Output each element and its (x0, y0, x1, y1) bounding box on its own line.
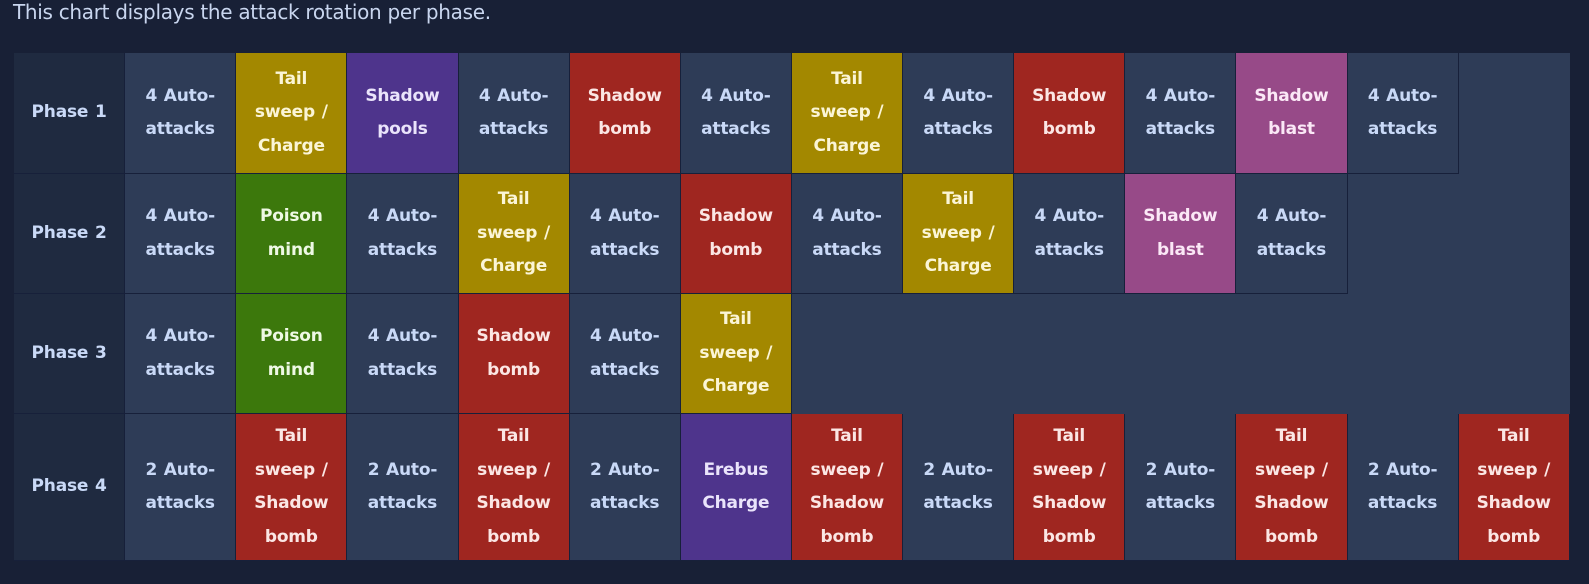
attack-cell: 4 Auto-attacks (569, 294, 681, 414)
attack-cell: Poison mind (236, 294, 348, 414)
attack-cell: Shadow blast (1236, 53, 1348, 174)
attack-cell: 4 Auto-attacks (458, 53, 570, 174)
attack-cell: 4 Auto-attacks (1236, 174, 1348, 294)
attack-cell: 4 Auto-attacks (1125, 53, 1237, 174)
attack-cell: Tail sweep / Charge (236, 53, 348, 174)
attack-cell: 4 Auto-attacks (680, 53, 792, 174)
attack-cell: 2 Auto-attacks (1347, 414, 1459, 561)
attack-cell: Shadow bomb (680, 174, 792, 294)
phase-row: Phase 24 Auto-attacks Poison mind 4 Auto-a… (14, 174, 1348, 294)
attack-cell: Shadow bomb (458, 294, 570, 414)
chart-caption: This chart displays the attack rotation … (13, 0, 491, 24)
attack-cell: 4 Auto-attacks (125, 174, 237, 294)
attack-cell: Tail sweep / Charge (680, 294, 792, 414)
attack-cell: 2 Auto-attacks (569, 414, 681, 561)
attack-cell: Tail sweep / Shadow bomb (236, 414, 348, 561)
attack-cell: 4 Auto-attacks (347, 174, 459, 294)
attack-cell: Poison mind (236, 174, 348, 294)
attack-cell: 4 Auto-attacks (1014, 174, 1126, 294)
attack-cell: 4 Auto-attacks (1347, 53, 1459, 174)
attack-cell: 2 Auto-attacks (903, 414, 1015, 561)
attack-cell: Erebus Charge (680, 414, 792, 561)
attack-cell: 2 Auto-attacks (1125, 414, 1237, 561)
attack-cell: 4 Auto-attacks (125, 294, 237, 414)
attack-cell: Tail sweep / Shadow bomb (458, 414, 570, 561)
attack-cell: 4 Auto-attacks (347, 294, 459, 414)
attack-cell: Tail sweep / Shadow bomb (1014, 414, 1126, 561)
attack-cell: Tail sweep / Shadow bomb (791, 414, 903, 561)
attack-cell: Shadow bomb (1014, 53, 1126, 174)
phase-label: Phase 3 (14, 294, 126, 414)
attack-cell: Tail sweep / Shadow bomb (1458, 414, 1570, 561)
phase-row: Phase 14 Auto-attacks Tail sweep / Charge… (14, 53, 1459, 174)
phase-row: Phase 34 Auto-attacks Poison mind 4 Auto-a… (14, 294, 792, 414)
attack-cell: Shadow bomb (569, 53, 681, 174)
attack-cell: Tail sweep / Charge (791, 53, 903, 174)
attack-cell: 4 Auto-attacks (903, 53, 1015, 174)
phase-label: Phase 1 (14, 53, 126, 174)
phase-label: Phase 2 (14, 174, 126, 294)
attack-cell: 4 Auto-attacks (569, 174, 681, 294)
attack-cell: Shadow pools (347, 53, 459, 174)
phase-row: Phase 42 Auto-attacks Tail sweep / Shadow… (14, 414, 1570, 561)
attack-rotation-table: Phase 14 Auto-attacks Tail sweep / Charge… (14, 53, 1570, 561)
attack-cell: Tail sweep / Shadow bomb (1236, 414, 1348, 561)
attack-cell: Tail sweep / Charge (903, 174, 1015, 294)
attack-cell: Tail sweep / Charge (458, 174, 570, 294)
phase-label: Phase 4 (14, 414, 126, 561)
attack-cell: 2 Auto-attacks (347, 414, 459, 561)
attack-cell: Shadow blast (1125, 174, 1237, 294)
attack-cell: 4 Auto-attacks (125, 53, 237, 174)
attack-cell: 4 Auto-attacks (791, 174, 903, 294)
attack-cell: 2 Auto-attacks (125, 414, 237, 561)
